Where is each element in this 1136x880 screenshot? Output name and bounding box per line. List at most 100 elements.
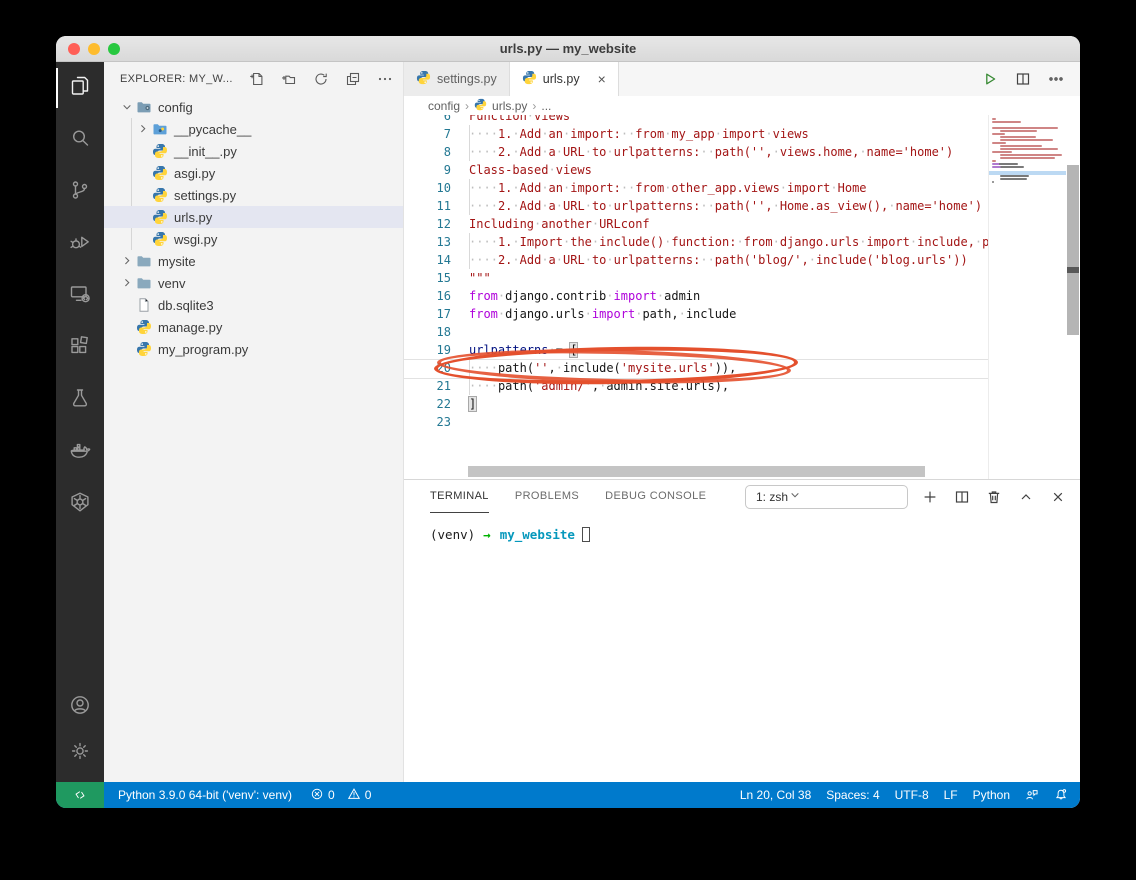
editor-tab-settings-py[interactable]: settings.py: [404, 62, 510, 96]
close-tab-button[interactable]: ×: [598, 71, 606, 87]
activity-item-accounts[interactable]: [56, 684, 104, 730]
zoom-window-button[interactable]: [108, 43, 120, 55]
minimize-window-button[interactable]: [88, 43, 100, 55]
line-number[interactable]: 14: [404, 251, 451, 269]
code-line[interactable]: 22]: [404, 395, 988, 413]
tree-item-urls-py[interactable]: urls.py: [104, 206, 403, 228]
tree-item-asgi-py[interactable]: asgi.py: [104, 162, 403, 184]
vertical-scrollbar[interactable]: [1066, 115, 1080, 479]
chevron-down-icon[interactable]: [118, 100, 136, 114]
minimap[interactable]: [988, 115, 1066, 479]
activity-item-testing[interactable]: [56, 374, 104, 426]
status-indentation[interactable]: Spaces: 4: [826, 788, 879, 802]
vertical-scrollbar-thumb[interactable]: [1067, 165, 1079, 335]
code-line[interactable]: 23: [404, 413, 988, 431]
close-panel-button[interactable]: [1050, 489, 1066, 505]
tree-item-config[interactable]: config: [104, 96, 403, 118]
horizontal-scrollbar-thumb[interactable]: [468, 466, 925, 477]
refresh-explorer-button[interactable]: [313, 71, 329, 87]
code-line[interactable]: 11····2.·Add·a·URL·to·urlpatterns:··path…: [404, 197, 988, 215]
problems-status[interactable]: 00: [310, 787, 371, 804]
line-number[interactable]: 13: [404, 233, 451, 251]
line-number[interactable]: 9: [404, 161, 451, 179]
code-line[interactable]: 8····2.·Add·a·URL·to·urlpatterns:··path(…: [404, 143, 988, 161]
editor-tab-urls-py[interactable]: urls.py×: [510, 62, 619, 96]
breadcrumb-folder[interactable]: config: [428, 99, 460, 113]
line-number[interactable]: 15: [404, 269, 451, 287]
line-number[interactable]: 23: [404, 413, 451, 431]
maximize-panel-button[interactable]: [1018, 489, 1034, 505]
line-number[interactable]: 11: [404, 197, 451, 215]
tree-item-venv[interactable]: venv: [104, 272, 403, 294]
line-number[interactable]: 10: [404, 179, 451, 197]
line-number[interactable]: 12: [404, 215, 451, 233]
code-line[interactable]: 10····1.·Add·an·import:··from·other_app.…: [404, 179, 988, 197]
remote-indicator[interactable]: [56, 782, 104, 808]
python-interpreter-status[interactable]: Python 3.9.0 64-bit ('venv': venv): [118, 788, 292, 802]
breadcrumb-file[interactable]: urls.py: [492, 99, 527, 113]
terminal-prompt[interactable]: (venv) → my_website: [404, 513, 1080, 542]
activity-item-source-control[interactable]: [56, 166, 104, 218]
tree-item-db-sqlite3[interactable]: db.sqlite3: [104, 294, 403, 316]
chevron-right-icon[interactable]: [134, 122, 152, 136]
panel-tab-debug-console[interactable]: DEBUG CONSOLE: [605, 480, 706, 513]
code-line[interactable]: 9Class-based·views: [404, 161, 988, 179]
breadcrumb[interactable]: config › urls.py › ...: [404, 96, 1080, 115]
new-file-button[interactable]: [249, 71, 265, 87]
tree-item-my-program-py[interactable]: my_program.py: [104, 338, 403, 360]
kill-terminal-button[interactable]: [986, 489, 1002, 505]
code-editor[interactable]: 6Function·views7····1.·Add·an·import:··f…: [404, 115, 1080, 479]
line-number[interactable]: 18: [404, 323, 451, 341]
status-notifications[interactable]: [1054, 788, 1068, 802]
code-line[interactable]: 16from·django.contrib·import·admin: [404, 287, 988, 305]
activity-item-run-debug[interactable]: [56, 218, 104, 270]
code-line[interactable]: 21····path('admin/',·admin.site.urls),: [404, 377, 988, 395]
code-line[interactable]: 13····1.·Import·the·include()·function:·…: [404, 233, 988, 251]
run-python-file-button[interactable]: [982, 71, 998, 87]
tree-item-mysite[interactable]: mysite: [104, 250, 403, 272]
status-eol[interactable]: LF: [944, 788, 958, 802]
chevron-right-icon[interactable]: [118, 254, 136, 268]
code-line[interactable]: 20····path('',·include('mysite.urls')),: [404, 359, 988, 377]
activity-item-kubernetes[interactable]: [56, 478, 104, 530]
line-number[interactable]: 21: [404, 377, 451, 395]
code-line[interactable]: 7····1.·Add·an·import:··from·my_app·impo…: [404, 125, 988, 143]
panel-tab-problems[interactable]: PROBLEMS: [515, 480, 579, 513]
title-bar[interactable]: urls.py — my_website: [56, 36, 1080, 62]
code-line[interactable]: 17from·django.urls·import·path,·include: [404, 305, 988, 323]
tree-item--pycache-[interactable]: __pycache__: [104, 118, 403, 140]
line-number[interactable]: 8: [404, 143, 451, 161]
status-language-mode[interactable]: Python: [973, 788, 1010, 802]
activity-item-explorer[interactable]: [56, 62, 104, 114]
code-line[interactable]: 12Including·another·URLconf: [404, 215, 988, 233]
tree-item--init-py[interactable]: __init__.py: [104, 140, 403, 162]
chevron-right-icon[interactable]: [118, 276, 136, 290]
code-area[interactable]: 6Function·views7····1.·Add·an·import:··f…: [404, 115, 988, 479]
more-editor-actions-button[interactable]: [1048, 71, 1064, 87]
activity-item-docker[interactable]: [56, 426, 104, 478]
code-line[interactable]: 18: [404, 323, 988, 341]
terminal-shell-select[interactable]: 1: zsh: [745, 485, 908, 509]
line-number[interactable]: 16: [404, 287, 451, 305]
tree-item-manage-py[interactable]: manage.py: [104, 316, 403, 338]
status-cursor-position[interactable]: Ln 20, Col 38: [740, 788, 811, 802]
split-editor-button[interactable]: [1015, 71, 1031, 87]
new-terminal-button[interactable]: [922, 489, 938, 505]
status-feedback[interactable]: [1025, 788, 1039, 802]
split-terminal-button[interactable]: [954, 489, 970, 505]
line-number[interactable]: 22: [404, 395, 451, 413]
status-encoding[interactable]: UTF-8: [895, 788, 929, 802]
tree-item-wsgi-py[interactable]: wsgi.py: [104, 228, 403, 250]
close-window-button[interactable]: [68, 43, 80, 55]
panel-tab-terminal[interactable]: TERMINAL: [430, 480, 489, 513]
activity-item-extensions[interactable]: [56, 322, 104, 374]
line-number[interactable]: 7: [404, 125, 451, 143]
line-number[interactable]: 20: [404, 359, 451, 377]
code-line[interactable]: 6Function·views: [404, 115, 988, 125]
collapse-folders-button[interactable]: [345, 71, 361, 87]
code-line[interactable]: 19urlpatterns·=·[: [404, 341, 988, 359]
activity-item-settings[interactable]: [56, 730, 104, 776]
new-folder-button[interactable]: [281, 71, 297, 87]
code-line[interactable]: 15""": [404, 269, 988, 287]
activity-item-search[interactable]: [56, 114, 104, 166]
